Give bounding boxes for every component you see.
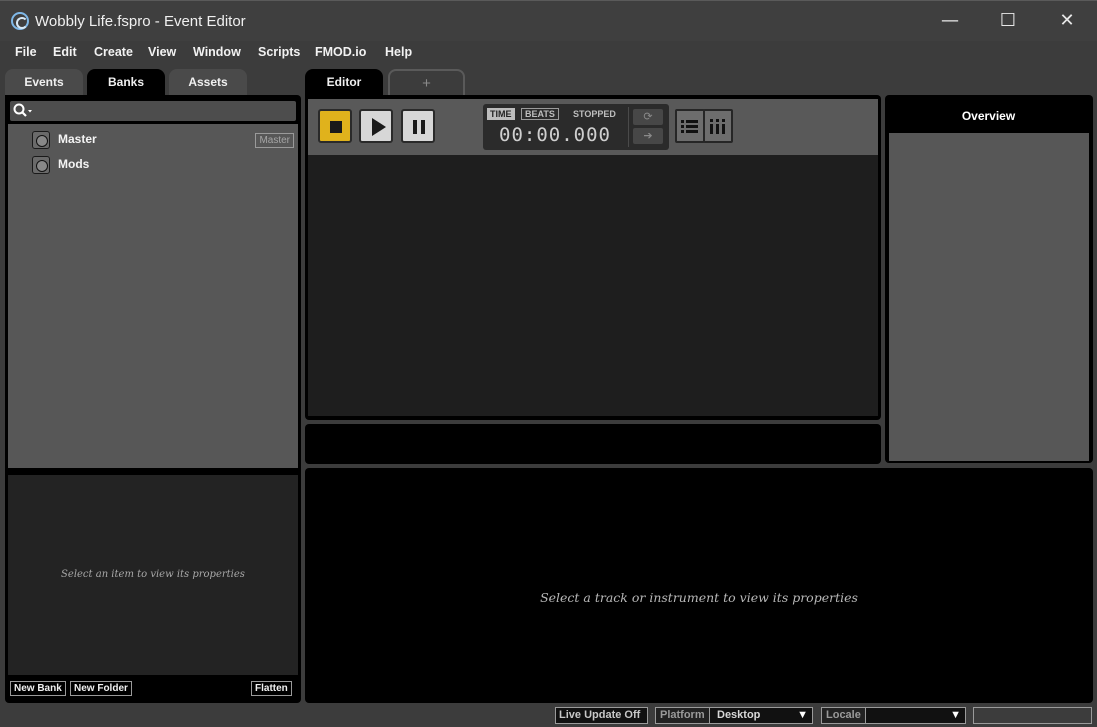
bank-label: Mods — [58, 157, 90, 171]
master-bank-badge: Master — [255, 133, 294, 148]
transport-bar: TIME BEATS STOPPED 00:00.000 ⟳ ➔ — [308, 99, 878, 155]
chevron-down-icon: ▼ — [950, 709, 961, 721]
search-input[interactable] — [10, 101, 296, 121]
playback-state: STOPPED — [573, 109, 616, 119]
platform-value: Desktop — [717, 709, 761, 721]
close-button[interactable]: ✕ — [1038, 1, 1096, 42]
loop-icon[interactable]: ⟳ — [633, 109, 663, 125]
play-button[interactable] — [359, 109, 393, 143]
follow-playback-icon[interactable]: ➔ — [633, 128, 663, 144]
timeline-area[interactable] — [308, 155, 878, 416]
bank-item-master[interactable]: Master Master — [8, 128, 298, 150]
time-mode-toggle[interactable]: TIME — [487, 108, 515, 120]
new-folder-button[interactable]: New Folder — [70, 681, 132, 696]
locale-label: Locale — [822, 708, 866, 723]
search-icon — [13, 103, 32, 117]
bank-label: Master — [58, 132, 97, 146]
pause-button[interactable] — [401, 109, 435, 143]
menu-create[interactable]: Create — [94, 45, 133, 59]
maximize-button[interactable]: ☐ — [979, 1, 1037, 42]
deck-placeholder: Select a track or instrument to view its… — [540, 590, 858, 605]
time-readout: 00:00.000 — [499, 124, 611, 146]
bank-icon — [32, 156, 50, 174]
platform-label: Platform — [656, 708, 710, 723]
stop-button[interactable] — [318, 109, 352, 143]
tab-assets[interactable]: Assets — [169, 69, 247, 95]
fmod-app-icon — [11, 12, 29, 30]
beats-mode-toggle[interactable]: BEATS — [521, 108, 559, 120]
chevron-down-icon: ▼ — [797, 709, 808, 721]
window-title: Wobbly Life.fspro - Event Editor — [35, 13, 246, 30]
menu-bar: File Edit Create View Window Scripts FMO… — [0, 41, 1097, 65]
mixer-icon — [710, 119, 725, 134]
minimize-button[interactable]: — — [921, 1, 979, 42]
bank-tree: Master Master Mods — [8, 124, 298, 468]
tab-editor[interactable]: Editor — [305, 69, 383, 95]
tab-banks[interactable]: Banks — [87, 69, 165, 95]
overview-title: Overview — [961, 109, 1016, 123]
stop-icon — [330, 121, 342, 133]
overview-body — [889, 133, 1089, 461]
menu-scripts[interactable]: Scripts — [258, 45, 300, 59]
locale-select[interactable]: Locale ▼ — [821, 707, 966, 724]
platform-select[interactable]: Platform Desktop ▼ — [655, 707, 813, 724]
menu-window[interactable]: Window — [193, 45, 241, 59]
list-icon — [681, 120, 698, 133]
title-bar: Wobbly Life.fspro - Event Editor — ☐ ✕ — [0, 0, 1097, 41]
menu-edit[interactable]: Edit — [53, 45, 77, 59]
menu-fmod-io[interactable]: FMOD.io — [315, 45, 366, 59]
bank-item-mods[interactable]: Mods — [8, 153, 298, 175]
browser-properties-panel: Select an item to view its properties — [8, 475, 298, 675]
status-progress-field — [973, 707, 1092, 724]
menu-file[interactable]: File — [15, 45, 37, 59]
deck-properties-panel: Select a track or instrument to view its… — [305, 468, 1093, 703]
mixer-view-button[interactable] — [703, 109, 733, 143]
properties-placeholder: Select an item to view its properties — [61, 569, 245, 580]
time-display: TIME BEATS STOPPED 00:00.000 ⟳ ➔ — [483, 104, 669, 150]
menu-view[interactable]: View — [148, 45, 176, 59]
live-update-button[interactable]: Live Update Off — [555, 707, 648, 724]
play-icon — [372, 118, 386, 136]
menu-help[interactable]: Help — [385, 45, 412, 59]
list-view-button[interactable] — [675, 109, 705, 143]
new-bank-button[interactable]: New Bank — [10, 681, 66, 696]
tab-events[interactable]: Events — [5, 69, 83, 95]
add-tab-button[interactable]: + — [388, 69, 465, 95]
bank-icon — [32, 131, 50, 149]
deck-bar — [305, 424, 881, 464]
flatten-button[interactable]: Flatten — [251, 681, 292, 696]
